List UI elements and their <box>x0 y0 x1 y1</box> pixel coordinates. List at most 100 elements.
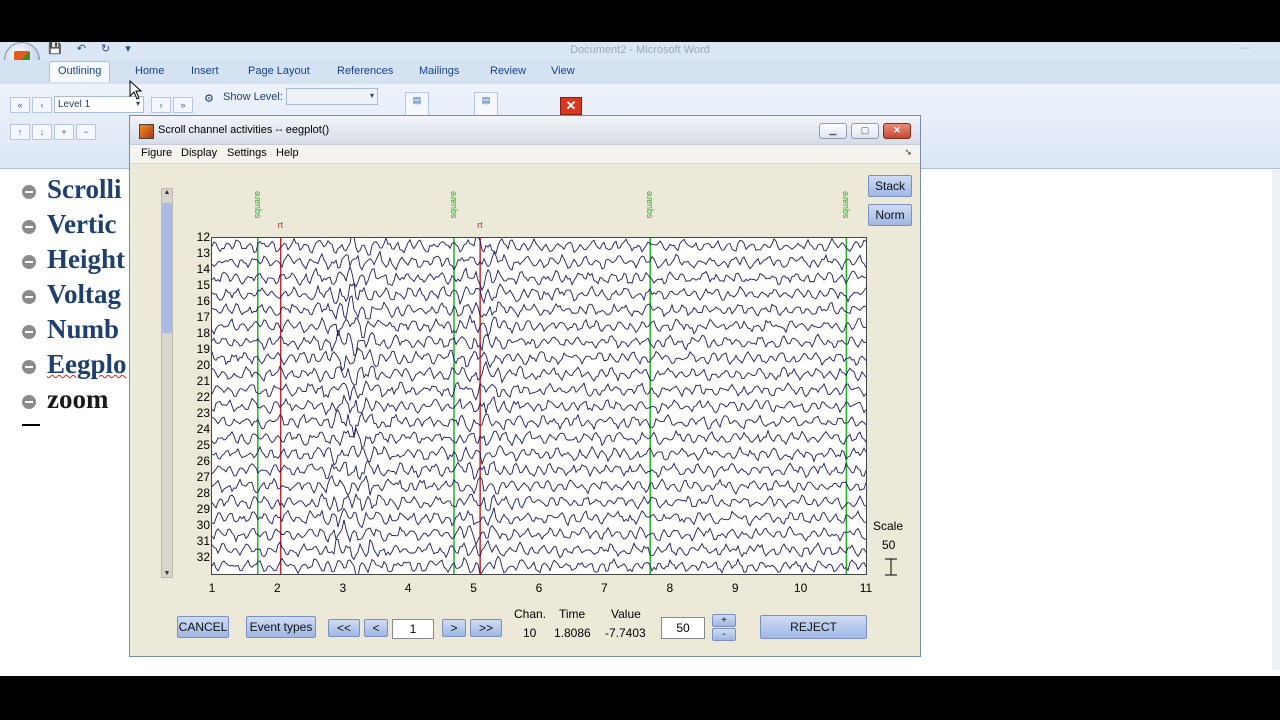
minimize-icon[interactable]: — <box>1239 42 1250 54</box>
chevron-down-icon: ▾ <box>135 99 140 108</box>
outline-bullet-icon <box>22 360 36 374</box>
channel-trace-27 <box>211 474 867 496</box>
first-window-button[interactable]: << <box>328 619 360 637</box>
outline-text: Voltag <box>47 279 122 309</box>
x-tick-label: 10 <box>793 581 808 595</box>
channel-label: 23 <box>196 406 210 420</box>
collapse-subdocuments-icon[interactable]: ▤ <box>474 92 498 116</box>
time-value: 1.8086 <box>554 626 591 640</box>
stack-button[interactable]: Stack <box>868 175 912 197</box>
last-window-button[interactable]: >> <box>470 619 502 637</box>
chan-value: 10 <box>523 626 537 640</box>
x-tick-label: 1 <box>208 581 216 595</box>
value-label: Value <box>611 607 641 621</box>
channel-label: 15 <box>196 278 210 292</box>
close-button[interactable]: ✕ <box>883 123 911 139</box>
eeg-plot-area[interactable] <box>211 231 867 578</box>
scroll-down-icon[interactable]: ▼ <box>162 570 172 577</box>
menu-figure[interactable]: Figure <box>141 147 172 159</box>
x-tick-label: 8 <box>666 581 674 595</box>
show-level-combo[interactable]: ▾ <box>286 88 378 105</box>
tab-references[interactable]: References <box>337 65 393 77</box>
channel-trace-21 <box>211 379 867 401</box>
scale-input[interactable] <box>661 617 705 639</box>
menu-display[interactable]: Display <box>181 147 217 159</box>
channel-label: 27 <box>196 470 210 484</box>
move-up-icon[interactable]: ↑ <box>10 124 30 140</box>
channel-trace-19 <box>211 347 867 372</box>
x-tick-label: 4 <box>404 581 412 595</box>
event-types-button[interactable]: Event types <box>246 616 316 638</box>
channel-label: 18 <box>196 326 210 340</box>
tab-mailings[interactable]: Mailings <box>419 65 459 77</box>
channel-trace-18 <box>211 329 867 357</box>
channel-scroll-slider[interactable]: ▲ ▼ <box>161 188 173 578</box>
window-position-input[interactable] <box>392 619 434 639</box>
channel-trace-13 <box>211 250 867 271</box>
outline-text: Eegplo <box>47 349 127 379</box>
event-label: square <box>251 191 262 219</box>
menu-help[interactable]: Help <box>276 147 299 159</box>
word-title: Document2 - Microsoft Word <box>570 44 710 56</box>
matlab-icon <box>139 124 154 139</box>
channel-trace-22 <box>211 393 867 417</box>
tab-outlining[interactable]: Outlining <box>49 61 111 82</box>
channel-trace-17 <box>211 313 867 339</box>
chan-label: Chan. <box>514 607 547 621</box>
outline-bullet-icon <box>22 255 36 269</box>
outline-end-marker <box>22 424 40 426</box>
reject-button[interactable]: REJECT <box>760 615 867 639</box>
prev-window-button[interactable]: < <box>364 619 388 637</box>
demote-to-body-icon[interactable]: » <box>173 97 193 113</box>
outline-bullet-icon <box>22 185 36 199</box>
minimize-button[interactable]: ▁ <box>819 123 847 139</box>
scale-plus-button[interactable]: + <box>712 614 736 627</box>
rt-marker-label: rt <box>477 220 483 230</box>
tab-home[interactable]: Home <box>135 65 164 77</box>
tab-review[interactable]: Review <box>490 65 526 77</box>
dock-arrow-icon[interactable]: ➘ <box>904 147 912 158</box>
channel-label: 29 <box>196 502 210 516</box>
channel-label: 22 <box>196 390 210 404</box>
document-scrollbar[interactable] <box>1272 170 1280 670</box>
menu-settings[interactable]: Settings <box>227 147 267 159</box>
channel-trace-26 <box>211 459 867 481</box>
demote-icon[interactable]: › <box>151 97 171 113</box>
scale-label: Scale <box>873 519 904 533</box>
promote-to-heading-icon[interactable]: « <box>10 97 30 113</box>
promote-icon[interactable]: ‹ <box>32 97 52 113</box>
scroll-up-icon[interactable]: ▲ <box>162 189 172 196</box>
show-document-icon[interactable]: ▤ <box>405 92 429 116</box>
move-down-icon[interactable]: ↓ <box>32 124 52 140</box>
x-tick-label: 5 <box>470 581 477 595</box>
maximize-button[interactable]: ▢ <box>851 123 879 139</box>
expand-icon[interactable]: + <box>54 124 74 140</box>
eegplot-figure-window: Scroll channel activities -- eegplot() ▁… <box>129 115 921 657</box>
tab-insert[interactable]: Insert <box>191 65 219 77</box>
figure-titlebar: Scroll channel activities -- eegplot() ▁… <box>130 116 920 145</box>
chevron-down-icon: ▾ <box>369 91 374 100</box>
slider-thumb[interactable] <box>162 203 172 333</box>
event-label: square <box>644 191 655 219</box>
scale-value: 50 <box>882 538 896 552</box>
close-outline-view-button[interactable]: ✕ <box>560 97 582 115</box>
x-tick-label: 3 <box>339 581 347 595</box>
x-tick-label: 6 <box>535 581 543 595</box>
tab-view[interactable]: View <box>551 65 575 77</box>
channel-label: 13 <box>196 246 210 260</box>
show-level-label: Show Level: <box>223 91 283 103</box>
quick-access-toolbar[interactable]: 💾 ↶ ↻ ▾ <box>48 42 137 55</box>
scale-minus-button[interactable]: - <box>712 628 736 641</box>
channel-label: 28 <box>196 486 210 500</box>
x-tick-label: 11 <box>859 581 873 595</box>
show-level-icon: ⚙ <box>204 93 214 105</box>
collapse-icon[interactable]: − <box>76 124 96 140</box>
tab-page-layout[interactable]: Page Layout <box>248 65 310 77</box>
event-label: square <box>840 191 851 219</box>
outline-text: Numb <box>47 314 120 344</box>
outline-text: Scrolli <box>47 174 122 204</box>
next-window-button[interactable]: > <box>442 619 466 637</box>
x-tick-label: 9 <box>731 581 739 595</box>
cancel-button[interactable]: CANCEL <box>177 616 229 638</box>
norm-button[interactable]: Norm <box>868 204 912 226</box>
